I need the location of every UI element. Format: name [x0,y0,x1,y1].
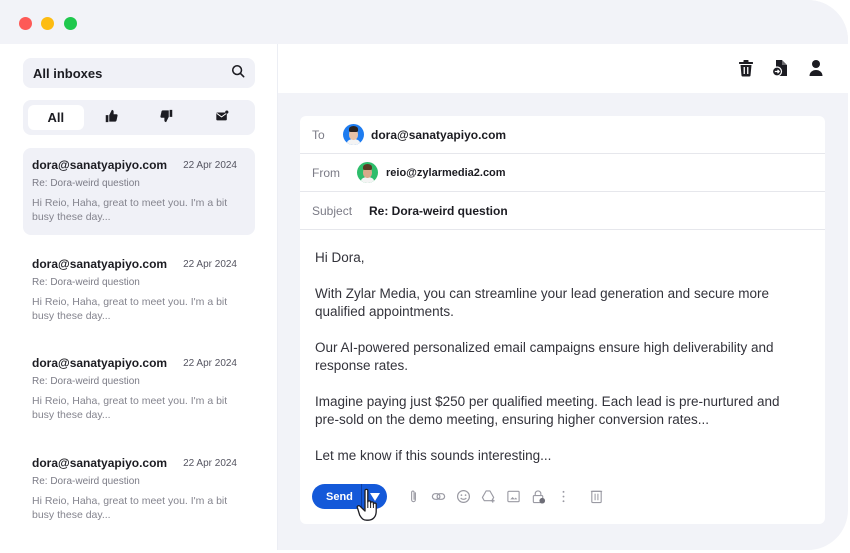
inbox-search-bar[interactable]: All inboxes [23,58,255,88]
mail-subject: Re: Dora-weird question [32,277,140,288]
filter-tab-unread[interactable] [195,105,251,130]
email-body-editor[interactable]: Hi Dora, With Zylar Media, you can strea… [315,249,795,483]
more-options-icon[interactable] [551,488,576,506]
from-field[interactable]: From reio@zylarmedia2.com [300,154,825,192]
mail-preview: Hi Reio, Haha, great to meet you. I'm a … [32,197,228,223]
search-icon[interactable] [231,64,245,83]
filter-tabs: All [23,100,255,135]
sender-avatar [357,162,378,183]
emoji-icon[interactable] [451,488,476,506]
body-paragraph: Hi Dora, [315,250,365,265]
drive-icon[interactable] [476,488,501,506]
thumbs-up-icon [104,109,118,126]
file-forward-icon[interactable] [771,59,789,77]
mail-list-item[interactable]: dora@sanatyapiyo.com 22 Apr 2024 Re: Dor… [23,346,255,433]
thumbs-down-icon [160,109,174,126]
mail-date: 22 Apr 2024 [183,159,237,171]
hand-pointer-cursor-icon [356,488,377,521]
attachment-icon[interactable] [401,488,426,506]
to-value[interactable]: dora@sanatyapiyo.com [371,128,506,142]
delete-draft-icon[interactable] [584,488,609,506]
filter-tab-negative[interactable] [139,105,195,130]
mail-preview: Hi Reio, Haha, great to meet you. I'm a … [32,296,228,322]
recipient-avatar [343,124,364,145]
main-header [278,44,848,93]
mail-date: 22 Apr 2024 [183,258,237,270]
user-icon[interactable] [807,59,825,77]
link-icon[interactable] [426,488,451,506]
mail-app-window: All inboxes All dora@sanatyapiyo.com 22 … [0,0,848,550]
title-bar [0,0,848,44]
mail-preview: Hi Reio, Haha, great to meet you. I'm a … [32,495,228,521]
envelope-icon [215,109,229,126]
filter-tab-all-label: All [47,110,65,125]
mail-date: 22 Apr 2024 [183,357,237,369]
sidebar: All inboxes All dora@sanatyapiyo.com 22 … [0,44,277,550]
mail-subject: Re: Dora-weird question [32,178,140,189]
sidebar-divider [277,44,278,550]
mail-list-item[interactable]: dora@sanatyapiyo.com 22 Apr 2024 Re: Dor… [23,446,255,533]
mail-subject: Re: Dora-weird question [32,476,140,487]
inbox-selector-label: All inboxes [33,65,103,81]
subject-value[interactable]: Re: Dora-weird question [369,204,508,218]
subject-field[interactable]: Subject Re: Dora-weird question [300,192,825,230]
filter-tab-all[interactable]: All [28,105,84,130]
mail-sender: dora@sanatyapiyo.com [32,257,168,271]
to-label: To [312,127,325,142]
mail-date: 22 Apr 2024 [183,457,237,469]
body-paragraph: Our AI-powered personalized email campai… [315,340,774,373]
image-icon[interactable] [501,488,526,506]
maximize-window-button[interactable] [64,17,77,30]
trash-icon[interactable] [737,59,755,77]
subject-label: Subject [312,203,353,218]
mail-preview: Hi Reio, Haha, great to meet you. I'm a … [32,395,228,421]
mail-sender: dora@sanatyapiyo.com [32,456,168,470]
filter-tab-positive[interactable] [84,105,140,130]
close-window-button[interactable] [19,17,32,30]
mail-list-item[interactable]: dora@sanatyapiyo.com 22 Apr 2024 Re: Dor… [23,148,255,235]
body-paragraph: Imagine paying just $250 per qualified m… [315,394,780,427]
body-paragraph: With Zylar Media, you can streamline you… [315,286,769,319]
minimize-window-button[interactable] [41,17,54,30]
mail-sender: dora@sanatyapiyo.com [32,356,168,370]
mail-subject: Re: Dora-weird question [32,376,140,387]
from-value[interactable]: reio@zylarmedia2.com [386,167,506,179]
mail-list-item[interactable]: dora@sanatyapiyo.com 22 Apr 2024 Re: Dor… [23,247,255,334]
from-label: From [312,165,340,180]
mail-sender: dora@sanatyapiyo.com [32,158,168,172]
compose-panel: To dora@sanatyapiyo.com From reio@zylarm… [300,116,825,524]
send-button[interactable]: Send [312,491,361,503]
body-paragraph: Let me know if this sounds interesting..… [315,448,552,463]
confidential-lock-icon[interactable] [526,488,551,506]
to-field[interactable]: To dora@sanatyapiyo.com [300,116,825,154]
